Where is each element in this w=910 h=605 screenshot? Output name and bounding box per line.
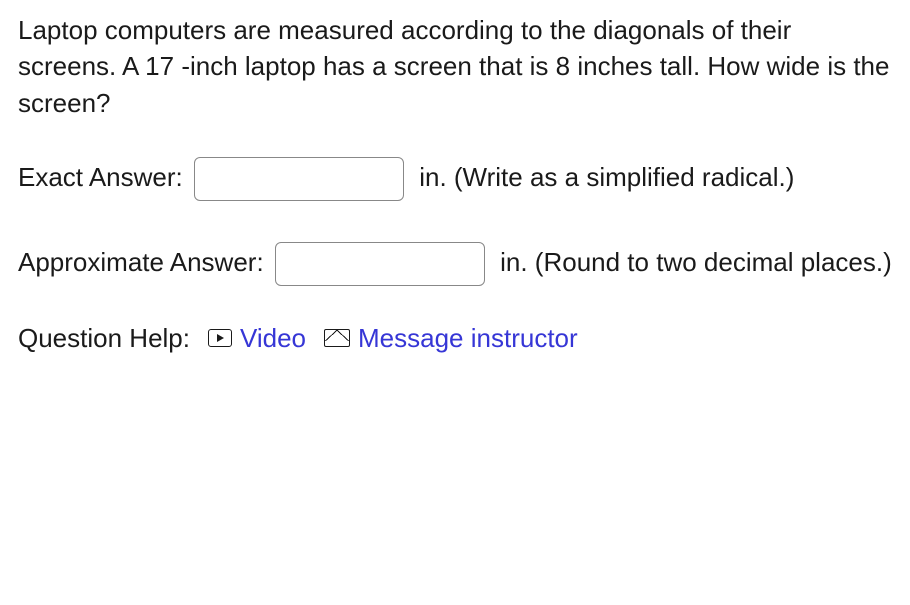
approx-answer-input[interactable] <box>275 242 485 286</box>
video-help-text: Video <box>240 320 306 356</box>
problem-statement: Laptop computers are measured according … <box>18 12 892 121</box>
exact-answer-block: Exact Answer: in. (Write as a simplified… <box>18 149 892 206</box>
message-instructor-text: Message instructor <box>358 320 578 356</box>
exact-answer-input[interactable] <box>194 157 404 201</box>
approx-answer-block: Approximate Answer: in. (Round to two de… <box>18 234 892 291</box>
approx-answer-label: Approximate Answer: <box>18 247 271 277</box>
question-help-label: Question Help: <box>18 320 190 356</box>
exact-answer-label: Exact Answer: <box>18 162 190 192</box>
mail-icon <box>324 329 350 347</box>
question-help-row: Question Help: Video Message instructor <box>18 320 892 356</box>
video-play-icon <box>208 329 232 347</box>
video-help-link[interactable]: Video <box>208 320 306 356</box>
exact-answer-unit-hint: in. (Write as a simplified radical.) <box>419 162 794 192</box>
message-instructor-link[interactable]: Message instructor <box>324 320 578 356</box>
approx-answer-unit-hint: in. (Round to two decimal places.) <box>500 247 892 277</box>
